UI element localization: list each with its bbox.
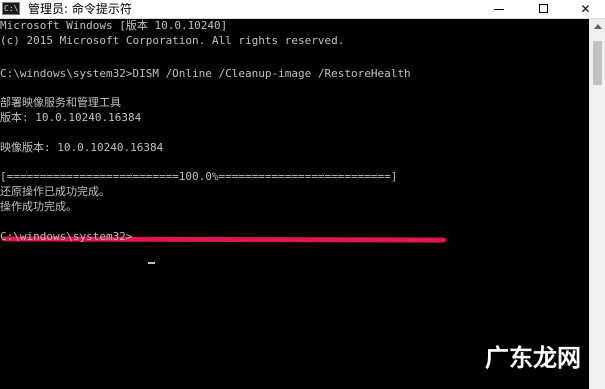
window-title: 管理员: 命令提示符 — [28, 2, 132, 16]
icon-label: C:\ — [4, 4, 19, 13]
maximize-icon — [539, 4, 548, 13]
command-prompt-icon: C:\ — [2, 2, 20, 15]
console-prompt[interactable]: C:\windows\system32> — [0, 230, 132, 245]
maximize-button[interactable] — [521, 0, 566, 18]
command-prompt-window: C:\ 管理员: 命令提示符 ✕ Microsoft Windows [版本 1… — [0, 0, 605, 389]
console-line-dism-command: C:\windows\system32>DISM /Online /Cleanu… — [0, 67, 411, 80]
console-line-image-version: 映像版本: 10.0.10240.16384 — [0, 141, 164, 154]
console-line-tool-name: 部署映像服务和管理工具 — [0, 96, 121, 109]
console-line-tool-version: 版本: 10.0.10240.16384 — [0, 111, 142, 124]
minimize-button[interactable] — [476, 0, 521, 18]
console-line-progress-bar: [==========================100.0%=======… — [0, 170, 398, 183]
watermark: 广东龙网 — [485, 344, 581, 372]
title-bar[interactable]: C:\ 管理员: 命令提示符 ✕ — [0, 0, 605, 19]
console-output[interactable]: Microsoft Windows [版本 10.0.10240] (c) 20… — [0, 19, 589, 389]
console-line-copyright: (c) 2015 Microsoft Corporation. All righ… — [0, 34, 345, 47]
console-line-restore-success: 还原操作已成功完成。 — [0, 185, 110, 198]
text-cursor — [148, 262, 155, 264]
vertical-scrollbar[interactable] — [589, 19, 605, 389]
scroll-thumb[interactable] — [593, 41, 602, 85]
scroll-up-icon[interactable] — [594, 24, 602, 29]
close-button[interactable]: ✕ — [563, 0, 605, 18]
console-line-operation-success: 操作成功完成。 — [0, 200, 77, 213]
minimize-icon — [494, 9, 504, 10]
console-line-windows-version: Microsoft Windows [版本 10.0.10240] — [0, 19, 228, 32]
